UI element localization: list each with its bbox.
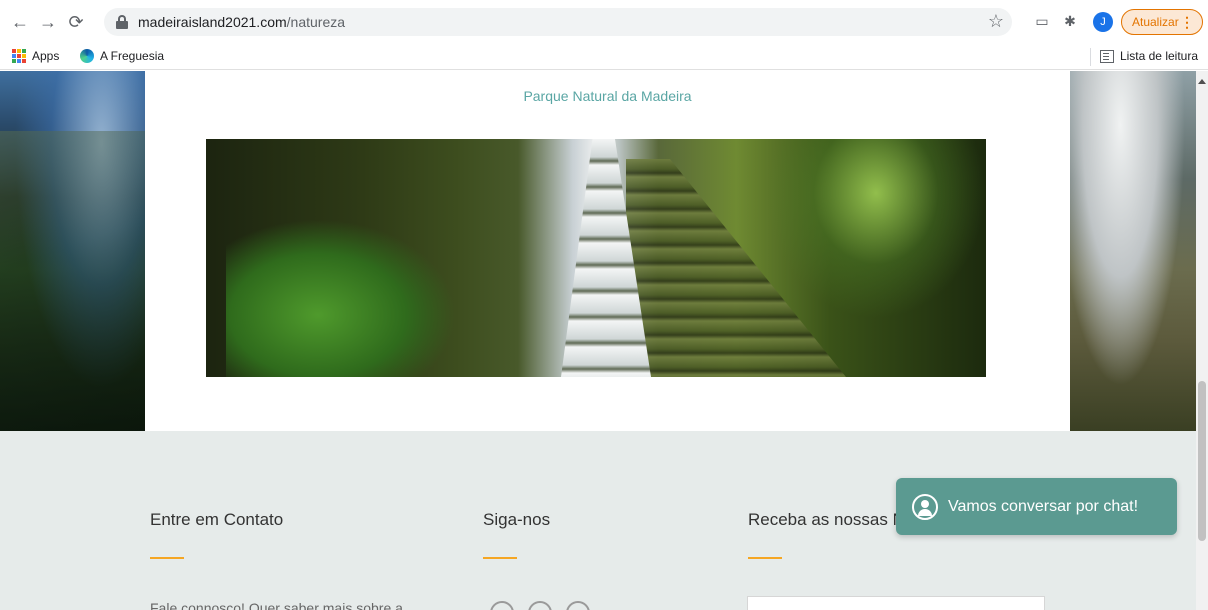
social-links <box>490 601 590 610</box>
apps-dot <box>17 59 21 63</box>
bookmark-apps[interactable]: Apps <box>12 49 59 63</box>
bookmark-label: A Freguesia <box>100 49 165 63</box>
apps-dot <box>12 54 16 58</box>
url-text: madeiraisland2021.com/natureza <box>138 14 346 30</box>
page-scrollbar[interactable] <box>1196 71 1208 610</box>
park-title: Parque Natural da Madeira <box>523 88 692 104</box>
apps-dot <box>22 54 26 58</box>
accent-line <box>150 557 184 559</box>
apps-dot <box>17 49 21 53</box>
profile-avatar[interactable]: J <box>1093 12 1113 32</box>
chat-button[interactable]: Vamos conversar por chat! <box>896 478 1177 535</box>
browser-toolbar: ← → ⟳ madeiraisland2021.com/natureza ☆ ▭… <box>0 0 1208 44</box>
back-button[interactable]: ← <box>6 8 34 36</box>
scroll-up-arrow-icon[interactable] <box>1198 79 1206 84</box>
chat-label: Vamos conversar por chat! <box>948 497 1139 515</box>
lock-icon <box>116 15 128 29</box>
accent-line <box>483 557 517 559</box>
bookmark-star-icon[interactable]: ☆ <box>988 11 1004 32</box>
background-mountain-left <box>0 71 145 431</box>
hero-image-waterfall-stairs <box>206 139 986 377</box>
apps-grid-icon <box>12 49 26 63</box>
forest-light <box>766 139 986 319</box>
edge-icon <box>80 49 94 63</box>
follow-title: Siga-nos <box>483 510 551 529</box>
social-icon[interactable] <box>490 601 514 610</box>
bookmark-label: Apps <box>32 49 60 63</box>
social-icon[interactable] <box>566 601 590 610</box>
bookmark-a-freguesia[interactable]: A Freguesia <box>80 49 164 63</box>
reading-list-button[interactable]: Lista de leitura <box>1099 49 1198 63</box>
contact-title: Entre em Contato <box>150 510 284 529</box>
cast-icon[interactable]: ▭ <box>1033 12 1051 30</box>
content-panel: Parque Natural da Madeira <box>145 71 1070 431</box>
address-bar[interactable]: madeiraisland2021.com/natureza ☆ <box>104 8 1012 36</box>
social-icon[interactable] <box>528 601 552 610</box>
extensions-icon[interactable]: ✱ <box>1061 12 1079 30</box>
reload-button[interactable]: ⟳ <box>62 8 90 36</box>
fern-foliage <box>226 219 456 377</box>
reading-list-label: Lista de leitura <box>1119 49 1198 63</box>
apps-dot <box>12 59 16 63</box>
apps-dot <box>22 59 26 63</box>
contact-text: Fale connosco! Quer saber mais sobre a <box>150 600 403 610</box>
bookmarks-divider <box>1090 48 1091 66</box>
apps-dot <box>17 54 21 58</box>
apps-dot <box>22 49 26 53</box>
newsletter-email-input[interactable] <box>747 596 1045 610</box>
user-chat-icon <box>912 493 938 520</box>
forward-button[interactable]: → <box>34 8 62 36</box>
accent-line <box>748 557 782 559</box>
scroll-thumb[interactable] <box>1198 381 1206 541</box>
reading-list-icon <box>1099 49 1114 63</box>
update-button[interactable]: Atualizar ⋮ <box>1121 9 1203 35</box>
apps-dot <box>12 49 16 53</box>
bookmarks-bar: Apps A Freguesia Lista de leitura <box>0 44 1208 70</box>
menu-dots-icon: ⋮ <box>1180 14 1194 30</box>
background-mountain-right <box>1070 71 1196 431</box>
update-label: Atualizar <box>1132 15 1179 29</box>
